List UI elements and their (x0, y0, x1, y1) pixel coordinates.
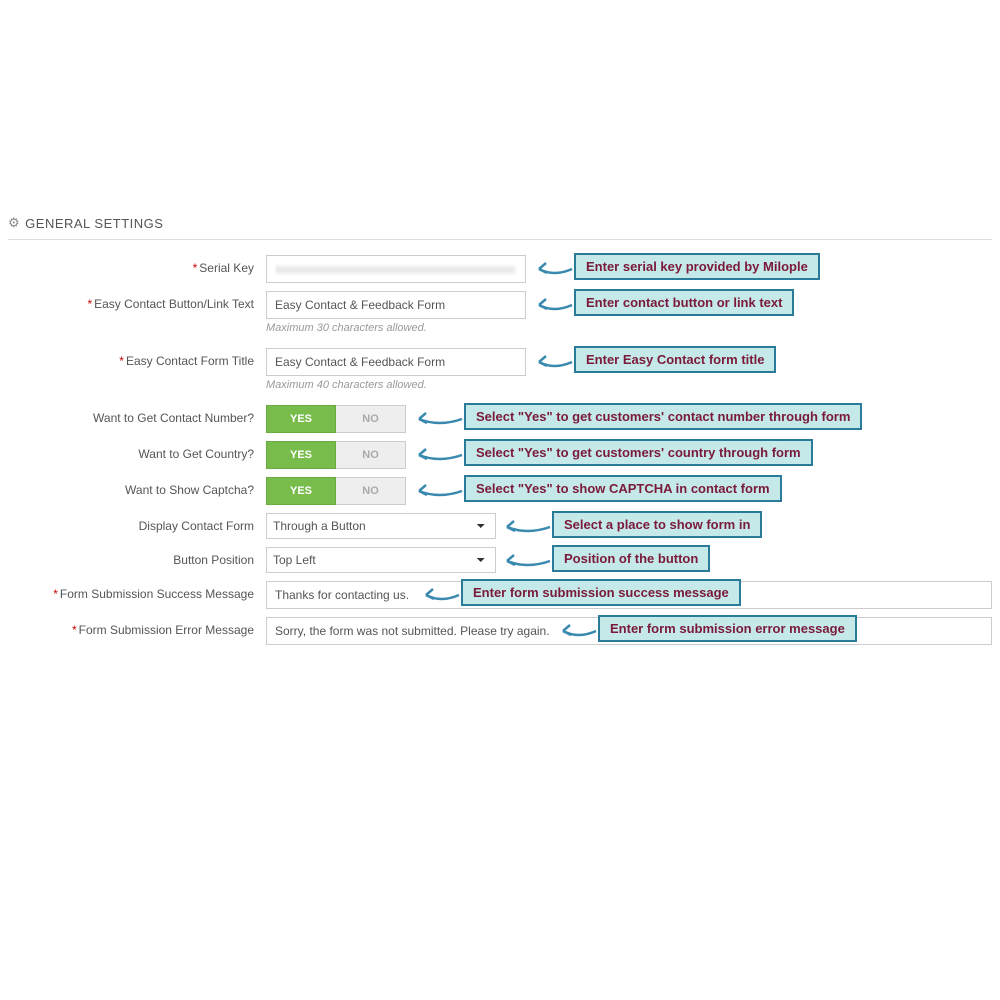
callout-form-title: Enter Easy Contact form title (574, 346, 776, 373)
toggle-contact-number-yes[interactable]: YES (266, 405, 336, 433)
serial-key-input[interactable] (266, 255, 526, 283)
callout-success-msg: Enter form submission success message (461, 579, 741, 606)
help-button-text: Maximum 30 characters allowed. (266, 322, 992, 334)
label-success-msg: *Form Submission Success Message (8, 581, 266, 601)
section-title: GENERAL SETTINGS (25, 216, 163, 231)
row-form-title: *Easy Contact Form Title Maximum 40 char… (8, 348, 992, 391)
toggle-contact-number-no[interactable]: NO (336, 405, 406, 433)
row-captcha: Want to Show Captcha? YES NO Select "Yes… (8, 477, 992, 505)
toggle-captcha-yes[interactable]: YES (266, 477, 336, 505)
label-button-text: *Easy Contact Button/Link Text (8, 291, 266, 311)
section-header: ⚙ GENERAL SETTINGS (8, 215, 992, 240)
callout-country: Select "Yes" to get customers' country t… (464, 439, 813, 466)
row-success-msg: *Form Submission Success Message Enter f… (8, 581, 992, 609)
callout-display-form: Select a place to show form in (552, 511, 762, 538)
callout-error-msg: Enter form submission error message (598, 615, 857, 642)
label-captcha: Want to Show Captcha? (8, 477, 266, 497)
button-position-select[interactable]: Top Left (266, 547, 496, 573)
label-contact-number: Want to Get Contact Number? (8, 405, 266, 425)
callout-button-text: Enter contact button or link text (574, 289, 794, 316)
label-serial-key: *Serial Key (8, 255, 266, 275)
row-country: Want to Get Country? YES NO Select "Yes"… (8, 441, 992, 469)
form-title-input[interactable] (266, 348, 526, 376)
label-error-msg: *Form Submission Error Message (8, 617, 266, 637)
row-display-form: Display Contact Form Through a Button Se… (8, 513, 992, 539)
callout-button-position: Position of the button (552, 545, 710, 572)
label-display-form: Display Contact Form (8, 513, 266, 533)
toggle-country-yes[interactable]: YES (266, 441, 336, 469)
gear-icon: ⚙ (8, 215, 20, 231)
toggle-captcha-no[interactable]: NO (336, 477, 406, 505)
label-button-position: Button Position (8, 547, 266, 567)
row-button-position: Button Position Top Left Position of the… (8, 547, 992, 573)
help-form-title: Maximum 40 characters allowed. (266, 379, 992, 391)
label-country: Want to Get Country? (8, 441, 266, 461)
row-error-msg: *Form Submission Error Message Enter for… (8, 617, 992, 645)
callout-contact-number: Select "Yes" to get customers' contact n… (464, 403, 862, 430)
button-text-input[interactable] (266, 291, 526, 319)
label-form-title: *Easy Contact Form Title (8, 348, 266, 368)
row-contact-number: Want to Get Contact Number? YES NO Selec… (8, 405, 992, 433)
callout-serial-key: Enter serial key provided by Milople (574, 253, 820, 280)
row-button-text: *Easy Contact Button/Link Text Maximum 3… (8, 291, 992, 334)
toggle-country-no[interactable]: NO (336, 441, 406, 469)
callout-captcha: Select "Yes" to show CAPTCHA in contact … (464, 475, 782, 502)
row-serial-key: *Serial Key Enter serial key provided by… (8, 255, 992, 283)
display-form-select[interactable]: Through a Button (266, 513, 496, 539)
